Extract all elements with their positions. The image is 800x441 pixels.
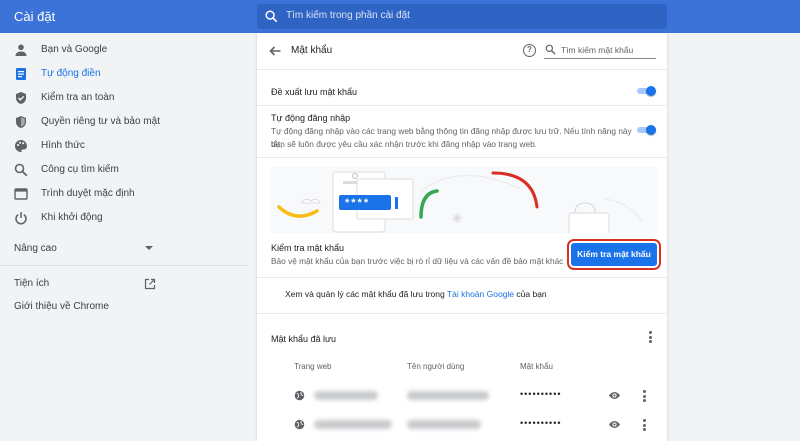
toggle-knob	[646, 86, 656, 96]
person-icon	[15, 44, 27, 56]
sidebar-item-label: Hình thức	[41, 140, 85, 151]
offer-save-label: Đề xuất lưu mật khẩu	[271, 87, 358, 97]
offer-save-toggle[interactable]	[637, 84, 656, 98]
chevron-down-icon	[145, 246, 153, 250]
column-header-password: Mật khẩu	[520, 362, 553, 371]
card-header: Mật khẩu ? Tìm kiếm mật khẩu	[257, 33, 667, 69]
more-actions-icon[interactable]	[649, 331, 652, 343]
sidebar-item-you-and-google[interactable]: Bạn và Google	[0, 39, 240, 61]
globe-icon	[294, 419, 305, 430]
search-placeholder: Tìm kiếm trong phần cài đặt	[286, 10, 410, 21]
manage-prefix: Xem và quản lý các mật khẩu đã lưu trong	[285, 289, 447, 299]
eye-icon[interactable]	[608, 390, 621, 401]
password-search-input[interactable]: Tìm kiếm mật khẩu	[544, 42, 656, 59]
sidebar-item-autofill[interactable]: Tự động điền	[0, 63, 240, 85]
sidebar-item-label: Quyền riêng tư và bảo mật	[41, 116, 160, 127]
sidebar-divider	[0, 265, 248, 266]
sidebar-item-about-chrome[interactable]: Giới thiệu về Chrome	[14, 301, 109, 312]
open-in-new-icon	[144, 278, 156, 290]
password-value: ••••••••••	[520, 389, 562, 399]
banner-password-mask: ****	[345, 197, 370, 209]
column-header-website: Trang web	[294, 362, 332, 371]
password-row[interactable]: ••••••••••	[257, 410, 667, 440]
sidebar-item-search-engine[interactable]: Công cụ tìm kiếm	[0, 159, 240, 181]
sidebar-item-safety-check[interactable]: Kiểm tra an toàn	[0, 87, 240, 109]
divider	[257, 313, 667, 314]
power-icon	[15, 212, 27, 225]
back-arrow-icon[interactable]	[268, 44, 282, 58]
autofill-icon	[16, 68, 26, 80]
password-check-title: Kiểm tra mật khẩu	[271, 243, 345, 253]
auto-signin-description-2: bạn sẽ luôn được yêu cầu xác nhận trước …	[271, 139, 537, 149]
row-more-icon[interactable]	[643, 419, 646, 431]
divider	[257, 105, 667, 106]
eye-icon[interactable]	[608, 419, 621, 430]
sidebar-item-on-startup[interactable]: Khi khởi động	[0, 207, 240, 229]
illustration-graphic: ****	[277, 171, 644, 233]
shield-icon	[16, 116, 26, 128]
globe-icon	[294, 390, 305, 401]
top-bar: Cài đặt Tìm kiếm trong phần cài đặt	[0, 0, 800, 33]
sidebar-item-label: Bạn và Google	[41, 44, 108, 55]
search-icon	[14, 163, 28, 177]
sidebar-item-label: Công cụ tìm kiếm	[41, 164, 119, 175]
sidebar-item-privacy[interactable]: Quyền riêng tư và bảo mật	[0, 111, 240, 133]
saved-passwords-title: Mật khẩu đã lưu	[271, 334, 337, 344]
search-icon	[265, 10, 278, 23]
palette-icon	[15, 140, 27, 152]
help-icon[interactable]: ?	[523, 44, 536, 57]
password-check-illustration: ****	[271, 167, 657, 233]
advanced-label: Nâng cao	[14, 243, 57, 254]
check-passwords-button[interactable]: Kiểm tra mật khẩu	[567, 239, 661, 270]
auto-signin-title: Tự động đăng nhập	[271, 113, 351, 123]
sidebar-item-appearance[interactable]: Hình thức	[0, 135, 240, 157]
sidebar-item-advanced[interactable]: Nâng cao	[14, 243, 174, 257]
manage-passwords-text: Xem và quản lý các mật khẩu đã lưu trong…	[285, 289, 547, 299]
website-value-redacted	[314, 420, 392, 429]
divider	[257, 277, 667, 278]
column-header-username: Tên người dùng	[407, 362, 465, 371]
auto-signin-toggle[interactable]	[637, 123, 656, 137]
shield-check-icon	[16, 92, 26, 104]
username-value-redacted	[407, 391, 489, 400]
toggle-knob	[646, 125, 656, 135]
sidebar-item-label: Tự động điền	[41, 68, 101, 79]
website-value-redacted	[314, 391, 378, 400]
password-row[interactable]: ••••••••••	[257, 381, 667, 411]
sidebar-item-label: Trình duyệt mặc định	[41, 188, 135, 199]
sidebar-item-default-browser[interactable]: Trình duyệt mặc định	[0, 183, 240, 205]
password-check-description: Bảo vệ mật khẩu của bạn trước việc bị rò…	[271, 256, 564, 266]
sidebar-item-label: Kiểm tra an toàn	[41, 92, 115, 103]
google-account-link[interactable]: Tài khoản Google	[447, 289, 514, 299]
divider	[257, 157, 667, 158]
password-search-placeholder: Tìm kiếm mật khẩu	[561, 45, 634, 55]
manage-suffix: của bạn	[514, 289, 547, 299]
settings-search-input[interactable]: Tìm kiếm trong phần cài đặt	[257, 4, 667, 29]
search-icon	[545, 44, 556, 55]
app-title: Cài đặt	[14, 9, 56, 24]
passwords-card: Mật khẩu ? Tìm kiếm mật khẩu Đề xuất lưu…	[257, 33, 667, 441]
browser-icon	[14, 188, 28, 200]
extensions-label: Tiện ích	[14, 278, 50, 289]
page-title: Mật khẩu	[291, 45, 333, 56]
password-value: ••••••••••	[520, 418, 562, 428]
sidebar: Bạn và Google Tự động điền Kiểm tra an t…	[0, 33, 248, 441]
username-value-redacted	[407, 420, 481, 429]
sidebar-item-label: Khi khởi động	[41, 212, 103, 223]
sidebar-item-extensions[interactable]: Tiện ích	[14, 278, 174, 292]
row-more-icon[interactable]	[643, 390, 646, 402]
divider	[257, 69, 667, 70]
